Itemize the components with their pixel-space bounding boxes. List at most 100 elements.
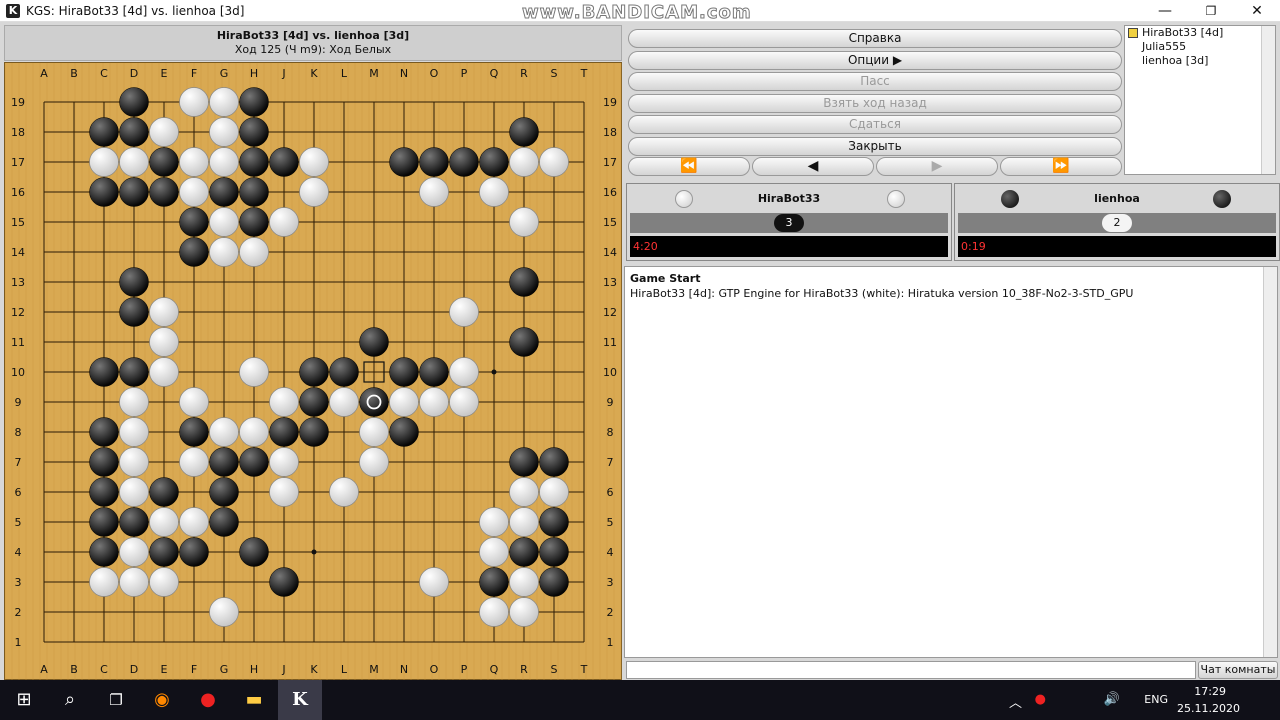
white-stone[interactable] [119, 387, 149, 417]
black-stone[interactable] [389, 417, 419, 447]
black-stone[interactable] [539, 447, 569, 477]
white-stone[interactable] [179, 147, 209, 177]
white-stone[interactable] [509, 567, 539, 597]
black-stone[interactable] [119, 87, 149, 117]
black-stone[interactable] [539, 537, 569, 567]
user-list-item[interactable]: HiraBot33 [4d] [1125, 26, 1275, 40]
black-stone[interactable] [179, 537, 209, 567]
black-stone[interactable] [149, 177, 179, 207]
white-stone[interactable] [179, 387, 209, 417]
black-stone[interactable] [89, 507, 119, 537]
white-stone[interactable] [269, 387, 299, 417]
black-stone[interactable] [509, 537, 539, 567]
volume-icon[interactable]: 🔊 [1104, 692, 1120, 707]
clock-time[interactable]: 17:29 [1194, 685, 1226, 698]
white-stone[interactable] [179, 507, 209, 537]
black-stone[interactable] [89, 447, 119, 477]
black-stone[interactable] [299, 417, 329, 447]
black-stone[interactable] [239, 177, 269, 207]
white-stone[interactable] [419, 567, 449, 597]
black-stone[interactable] [209, 507, 239, 537]
tray-expand-icon[interactable]: ︿ [1009, 692, 1022, 711]
white-stone[interactable] [149, 507, 179, 537]
white-stone[interactable] [179, 447, 209, 477]
black-stone[interactable] [419, 357, 449, 387]
black-stone[interactable] [179, 237, 209, 267]
black-stone[interactable] [89, 117, 119, 147]
black-stone[interactable] [269, 417, 299, 447]
go-board[interactable]: A A B B C C D D E E F F G G H H J J K K L L M M N N O O P P Q Q R R S S T T 19… [4, 62, 623, 681]
black-stone[interactable] [119, 177, 149, 207]
black-stone[interactable] [239, 537, 269, 567]
white-stone[interactable] [209, 417, 239, 447]
white-stone[interactable] [359, 417, 389, 447]
white-stone[interactable] [449, 357, 479, 387]
white-stone[interactable] [119, 447, 149, 477]
black-stone[interactable] [479, 147, 509, 177]
black-stone[interactable] [149, 147, 179, 177]
white-stone[interactable] [119, 567, 149, 597]
white-stone[interactable] [119, 417, 149, 447]
white-stone[interactable] [239, 417, 269, 447]
white-stone[interactable] [119, 147, 149, 177]
white-stone[interactable] [329, 477, 359, 507]
nav-prev-icon[interactable]: ◀ [752, 157, 874, 176]
white-stone[interactable] [209, 597, 239, 627]
white-stone[interactable] [539, 147, 569, 177]
black-stone[interactable] [89, 357, 119, 387]
white-stone[interactable] [149, 567, 179, 597]
kgs-taskbar-icon[interactable]: K [278, 680, 322, 720]
black-stone[interactable] [149, 477, 179, 507]
white-stone[interactable] [239, 357, 269, 387]
pass-button[interactable]: Пасс [628, 72, 1122, 91]
black-stone[interactable] [119, 117, 149, 147]
white-stone[interactable] [89, 147, 119, 177]
black-stone[interactable] [89, 417, 119, 447]
black-stone[interactable] [419, 147, 449, 177]
white-stone[interactable] [179, 87, 209, 117]
undo-button[interactable]: Взять ход назад [628, 94, 1122, 113]
white-stone[interactable] [419, 387, 449, 417]
black-stone[interactable] [119, 507, 149, 537]
room-chat-button[interactable]: Чат комнаты [1198, 661, 1278, 679]
white-stone[interactable] [509, 507, 539, 537]
black-stone[interactable] [209, 177, 239, 207]
chat-input[interactable] [626, 661, 1196, 679]
black-stone[interactable] [389, 357, 419, 387]
white-stone[interactable] [149, 297, 179, 327]
white-stone[interactable] [479, 507, 509, 537]
help-button[interactable]: Справка [628, 29, 1122, 48]
black-stone[interactable] [509, 267, 539, 297]
white-stone[interactable] [389, 387, 419, 417]
user-list-scrollbar[interactable] [1261, 26, 1275, 174]
white-stone[interactable] [209, 237, 239, 267]
nav-next-icon[interactable]: ▶ [876, 157, 998, 176]
white-stone[interactable] [149, 327, 179, 357]
black-stone[interactable] [149, 537, 179, 567]
black-stone[interactable] [119, 267, 149, 297]
user-list-item[interactable]: lienhoa [3d] [1125, 54, 1275, 68]
black-stone[interactable] [239, 147, 269, 177]
white-stone[interactable] [269, 447, 299, 477]
white-stone[interactable] [119, 477, 149, 507]
white-stone[interactable] [269, 477, 299, 507]
bandicam-icon[interactable]: ● [186, 680, 230, 720]
white-stone[interactable] [359, 447, 389, 477]
black-stone[interactable] [89, 477, 119, 507]
black-stone[interactable] [179, 207, 209, 237]
white-stone[interactable] [179, 177, 209, 207]
white-stone[interactable] [209, 207, 239, 237]
black-stone[interactable] [389, 147, 419, 177]
board-svg[interactable]: AABBCCDDEEFFGGHHJJKKLLMMNNOOPPQQRRSSTT19… [5, 63, 623, 681]
white-stone[interactable] [209, 87, 239, 117]
white-stone[interactable] [509, 207, 539, 237]
white-stone[interactable] [479, 597, 509, 627]
user-list-item[interactable]: Julia555 [1125, 40, 1275, 54]
folder-icon[interactable]: ▬ [232, 680, 276, 720]
white-stone[interactable] [509, 477, 539, 507]
start-icon[interactable]: ⊞ [2, 680, 46, 720]
black-stone[interactable] [239, 447, 269, 477]
white-stone[interactable] [209, 117, 239, 147]
black-stone[interactable] [89, 177, 119, 207]
black-stone[interactable] [209, 477, 239, 507]
